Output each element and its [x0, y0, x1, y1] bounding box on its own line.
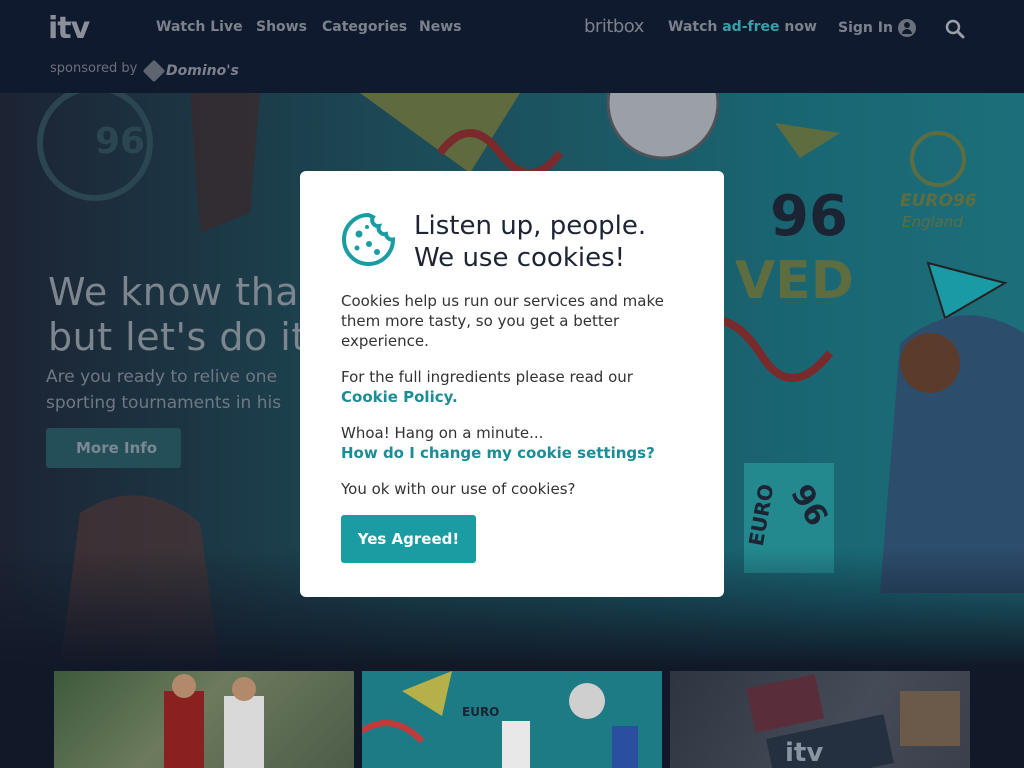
- yes-agreed-button[interactable]: Yes Agreed!: [341, 515, 476, 563]
- svg-text:EURO: EURO: [462, 705, 499, 719]
- more-info-button[interactable]: More Info: [46, 428, 181, 468]
- adfree-suffix: now: [779, 19, 817, 35]
- content-tile-euro96[interactable]: EURO: [362, 671, 662, 768]
- nav-watch-live[interactable]: Watch Live: [156, 17, 243, 38]
- dominos-logo[interactable]: Domino's: [142, 59, 248, 83]
- adfree-prefix: Watch: [668, 19, 723, 35]
- modal-title-line1: Listen up, people.: [414, 211, 647, 241]
- itv-hub-art: itv: [746, 674, 960, 768]
- cookie-policy-link[interactable]: Cookie Policy.: [341, 387, 458, 407]
- modal-para2: For the full ingredients please read our: [341, 368, 633, 386]
- hero-graphic-ved: VED: [735, 251, 854, 311]
- dominos-tile-icon: [142, 59, 166, 83]
- hero-subtitle-line1: Are you ready to relive one: [46, 367, 278, 387]
- hero-graphic-96: 96: [770, 184, 848, 249]
- watch-ad-free-link[interactable]: Watch ad-free now: [668, 17, 817, 38]
- cookie-icon: [342, 212, 396, 266]
- sponsored-by-label: sponsored by: [50, 61, 138, 76]
- adfree-highlight: ad-free: [722, 19, 780, 35]
- svg-text:itv: itv: [785, 738, 823, 768]
- sign-in-link[interactable]: Sign In: [838, 18, 893, 39]
- nav-categories[interactable]: Categories: [322, 17, 407, 38]
- modal-para3: Whoa! Hang on a minute...: [341, 424, 544, 442]
- modal-para4: You ok with our use of cookies?: [341, 480, 576, 498]
- euro96-collage-art: EURO: [362, 671, 638, 768]
- top-header: itv Watch Live Shows Categories News bri…: [0, 0, 1024, 93]
- modal-para1-line2: them more tasty, so you get a better: [341, 312, 620, 330]
- search-icon[interactable]: [942, 15, 968, 43]
- football-photo-art: [164, 674, 264, 768]
- svg-text:96: 96: [95, 121, 145, 162]
- content-tile-football-match[interactable]: [54, 671, 354, 768]
- itv-logo-text: itv: [48, 10, 90, 46]
- user-icon[interactable]: [898, 19, 916, 37]
- cookie-settings-link[interactable]: How do I change my cookie settings?: [341, 443, 655, 463]
- cookie-consent-modal: Listen up, people. We use cookies! Cooki…: [300, 171, 724, 597]
- hero-subtitle-line2: sporting tournaments in his: [46, 393, 282, 413]
- modal-para1-line3: experience.: [341, 332, 429, 350]
- content-tile-itv-hub[interactable]: itv: [670, 671, 970, 768]
- nav-shows[interactable]: Shows: [256, 17, 307, 38]
- hero-title-line2: but let's do it a: [48, 315, 344, 359]
- content-row: EURO itv: [54, 671, 970, 768]
- dominos-logo-text: Domino's: [166, 63, 239, 79]
- modal-para1-line1: Cookies help us run our services and mak…: [341, 292, 664, 310]
- modal-title-line2: We use cookies!: [414, 243, 626, 273]
- hero-graphic-euro96: EURO96: [900, 191, 977, 211]
- itv-logo[interactable]: itv: [48, 10, 112, 46]
- nav-news[interactable]: News: [419, 17, 461, 38]
- hero-title-line1: We know that: [48, 270, 315, 314]
- hero-graphic-england: England: [902, 213, 963, 231]
